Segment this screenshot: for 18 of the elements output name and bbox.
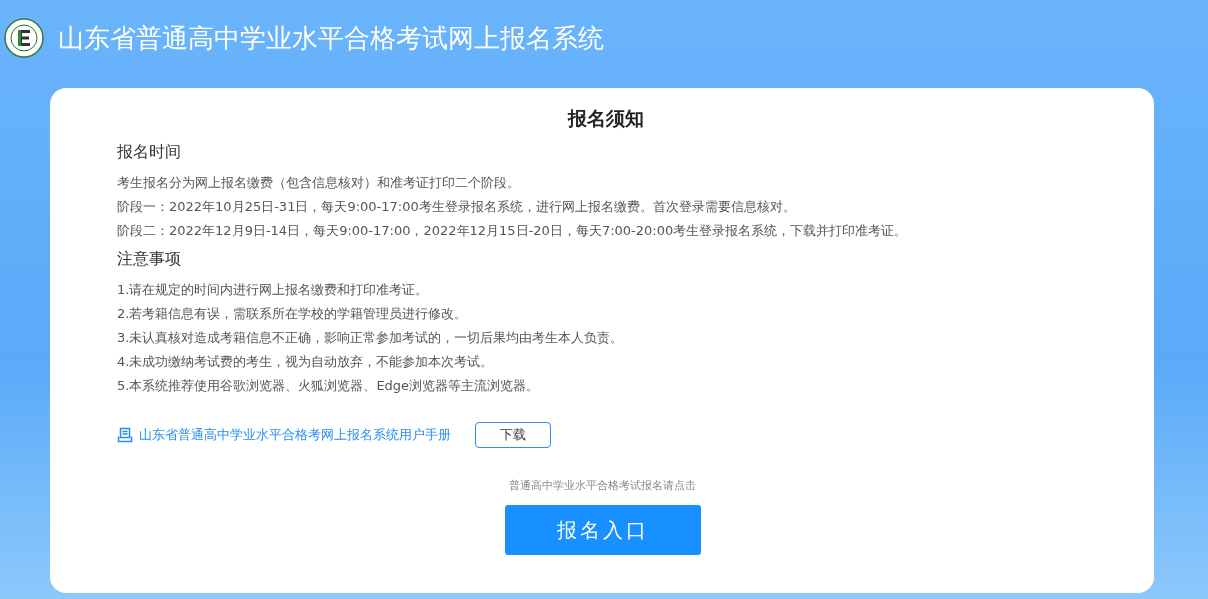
notice-text: 阶段二：2022年12月9日-14日，每天9:00-17:00，2022年12月15日-20日，每天7:00-20:00考生登录报名系统，下载并打印准考证。 (117, 222, 909, 240)
notice-title: 报名须知 (567, 106, 644, 131)
notice-text: 1.请在规定的时间内进行网上报名缴费和打印准考证。 (117, 281, 430, 299)
notice-text: 4.未成功缴纳考试费的考生，视为自动放弃，不能参加本次考试。 (117, 353, 495, 371)
hint-text: 普通高中学业水平合格考试报名请点击 (509, 478, 696, 493)
notice-text: 阶段一：2022年10月25日-31日，每天9:00-17:00考生登录报名系统，进行网上报名缴费。首次登录需要信息核对。 (117, 198, 797, 216)
notice-text: 5.本系统推荐使用谷歌浏览器、火狐浏览器、Edge浏览器等主流浏览器。 (117, 377, 541, 395)
manual-link[interactable]: 山东省普通高中学业水平合格考网上报名系统用户手册 (117, 426, 451, 444)
notice-text: 考生报名分为网上报名缴费（包含信息核对）和准考证打印二个阶段。 (117, 174, 521, 192)
notice-text: 3.未认真核对造成考籍信息不正确，影响正常参加考试的，一切后果均由考生本人负责。 (117, 329, 625, 347)
notice-text: 2.若考籍信息有误，需联系所在学校的学籍管理员进行修改。 (117, 305, 469, 323)
document-icon (117, 427, 133, 443)
site-title: 山东省普通高中学业水平合格考试网上报名系统 (58, 21, 604, 55)
download-button[interactable]: 下载 (475, 422, 551, 448)
section-heading: 报名时间 (117, 142, 182, 163)
section-heading: 注意事项 (117, 249, 182, 270)
logo-icon (4, 18, 44, 58)
registration-entry-button[interactable]: 报名入口 (504, 505, 701, 555)
